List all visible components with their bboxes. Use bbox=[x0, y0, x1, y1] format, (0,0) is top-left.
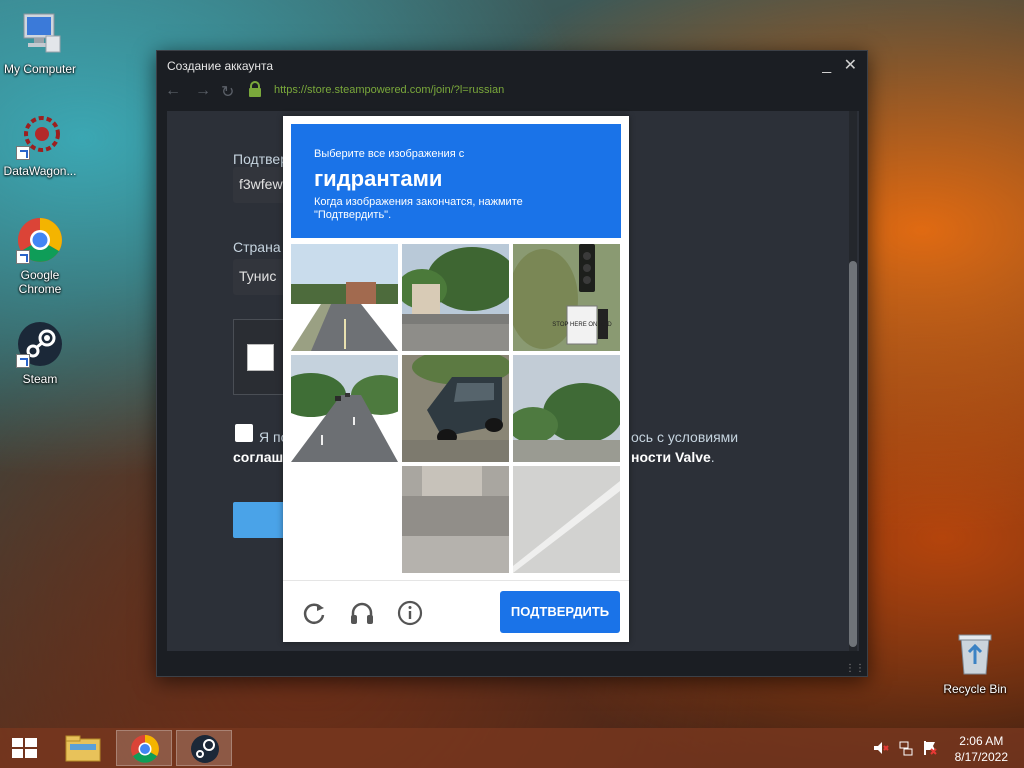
info-icon[interactable] bbox=[397, 600, 423, 626]
reload-icon[interactable]: ↻ bbox=[221, 82, 234, 102]
shortcut-arrow-icon bbox=[16, 146, 30, 160]
window-title: Создание аккаунта bbox=[167, 59, 274, 73]
valve-privacy-link[interactable]: ности Valve bbox=[631, 449, 711, 465]
captcha-hint: Когда изображения закончатся, нажмите "П… bbox=[314, 196, 523, 221]
captcha-checkbox[interactable] bbox=[247, 344, 274, 371]
captcha-tile-road-houses[interactable] bbox=[291, 244, 398, 351]
desktop-icon-google-chrome[interactable]: Google Chrome bbox=[0, 216, 80, 296]
shortcut-arrow-icon bbox=[16, 250, 30, 264]
captcha-image-grid: STOP HERE ON RED bbox=[291, 244, 621, 574]
steam-icon bbox=[16, 320, 64, 368]
datawagon-icon bbox=[16, 112, 64, 160]
clock-time: 2:06 AM bbox=[959, 734, 1004, 748]
folder-icon bbox=[65, 735, 101, 762]
captcha-tile-trees-park[interactable] bbox=[513, 355, 620, 462]
captcha-prompt: Выберите все изображения с гидрантами Ко… bbox=[291, 124, 621, 238]
desktop-icon-label: Google Chrome bbox=[18, 268, 62, 296]
captcha-tile-blank[interactable] bbox=[291, 466, 398, 573]
confirm-label: Подтвер bbox=[233, 151, 288, 167]
desktop-icon-my-computer[interactable]: My Computer bbox=[0, 10, 80, 76]
navigation-bar: ← → ↻ https://store.steampowered.com/joi… bbox=[157, 79, 867, 107]
captcha-tile-highway-cars[interactable] bbox=[291, 355, 398, 462]
desktop-icon-datawagon[interactable]: DataWagon... bbox=[0, 112, 80, 178]
computer-icon bbox=[16, 10, 64, 58]
lock-icon bbox=[249, 81, 261, 97]
chrome-icon bbox=[131, 735, 159, 763]
taskbar-file-explorer[interactable] bbox=[56, 730, 112, 766]
captcha-tile-street-trees[interactable] bbox=[402, 244, 509, 351]
shortcut-arrow-icon bbox=[16, 354, 30, 368]
scrollbar-thumb[interactable] bbox=[849, 261, 857, 647]
desktop-icon-label: Recycle Bin bbox=[943, 682, 1007, 696]
agree-period: . bbox=[710, 449, 715, 465]
captcha-confirm-button[interactable]: ПОДТВЕРДИТЬ bbox=[500, 591, 620, 633]
desktop-icon-label: My Computer bbox=[3, 62, 77, 76]
taskbar-chrome[interactable] bbox=[116, 730, 172, 766]
address-url[interactable]: https://store.steampowered.com/join/?l=r… bbox=[274, 84, 504, 96]
captcha-instruction: Выберите все изображения с bbox=[314, 148, 465, 160]
stop-sign-text: STOP HERE ON RED bbox=[552, 322, 612, 328]
headphones-icon[interactable] bbox=[349, 600, 375, 626]
country-label: Страна bbox=[233, 239, 281, 255]
window-titlebar[interactable]: Создание аккаунта _ ✕ bbox=[157, 51, 867, 79]
desktop-icon-label: Steam bbox=[22, 372, 58, 386]
back-arrow-icon[interactable]: ← bbox=[165, 82, 181, 100]
action-center-flag-icon[interactable] bbox=[922, 740, 938, 756]
captcha-footer: ПОДТВЕРДИТЬ bbox=[283, 580, 629, 642]
captcha-challenge: Выберите все изображения с гидрантами Ко… bbox=[283, 116, 629, 642]
windows-logo-icon bbox=[12, 738, 37, 758]
captcha-tile-parked-car[interactable] bbox=[402, 355, 509, 462]
agree-checkbox[interactable] bbox=[235, 424, 253, 442]
start-button[interactable] bbox=[0, 730, 56, 766]
volume-muted-icon[interactable] bbox=[873, 740, 889, 756]
close-button[interactable]: ✕ bbox=[844, 57, 857, 74]
system-clock[interactable]: 2:06 AM 8/17/2022 bbox=[955, 733, 1008, 765]
forward-arrow-icon[interactable]: → bbox=[195, 82, 211, 100]
scrollbar[interactable] bbox=[849, 111, 857, 651]
resize-grip-icon[interactable]: ⋮⋮ bbox=[845, 663, 865, 674]
network-icon[interactable] bbox=[898, 740, 914, 756]
taskbar: 2:06 AM 8/17/2022 bbox=[0, 728, 1024, 768]
steam-icon bbox=[191, 735, 219, 763]
agree-suffix: ось с условиями bbox=[631, 429, 739, 445]
desktop-icon-label: DataWagon... bbox=[3, 164, 77, 178]
taskbar-steam[interactable] bbox=[176, 730, 232, 766]
chrome-icon bbox=[16, 216, 64, 264]
minimize-button[interactable]: _ bbox=[822, 57, 831, 74]
recycle-bin-icon bbox=[951, 630, 999, 678]
clock-date: 8/17/2022 bbox=[954, 750, 1008, 764]
desktop-icon-steam[interactable]: Steam bbox=[0, 320, 80, 386]
captcha-target: гидрантами bbox=[314, 166, 443, 191]
captcha-tile-traffic-light-stop-sign[interactable]: STOP HERE ON RED bbox=[513, 244, 620, 351]
refresh-icon[interactable] bbox=[301, 600, 327, 626]
captcha-tile-road-line[interactable] bbox=[513, 466, 620, 573]
window-controls: _ ✕ bbox=[814, 55, 857, 75]
desktop-icon-recycle-bin[interactable]: Recycle Bin bbox=[935, 630, 1015, 696]
captcha-tile-sidewalk-house[interactable] bbox=[402, 466, 509, 573]
